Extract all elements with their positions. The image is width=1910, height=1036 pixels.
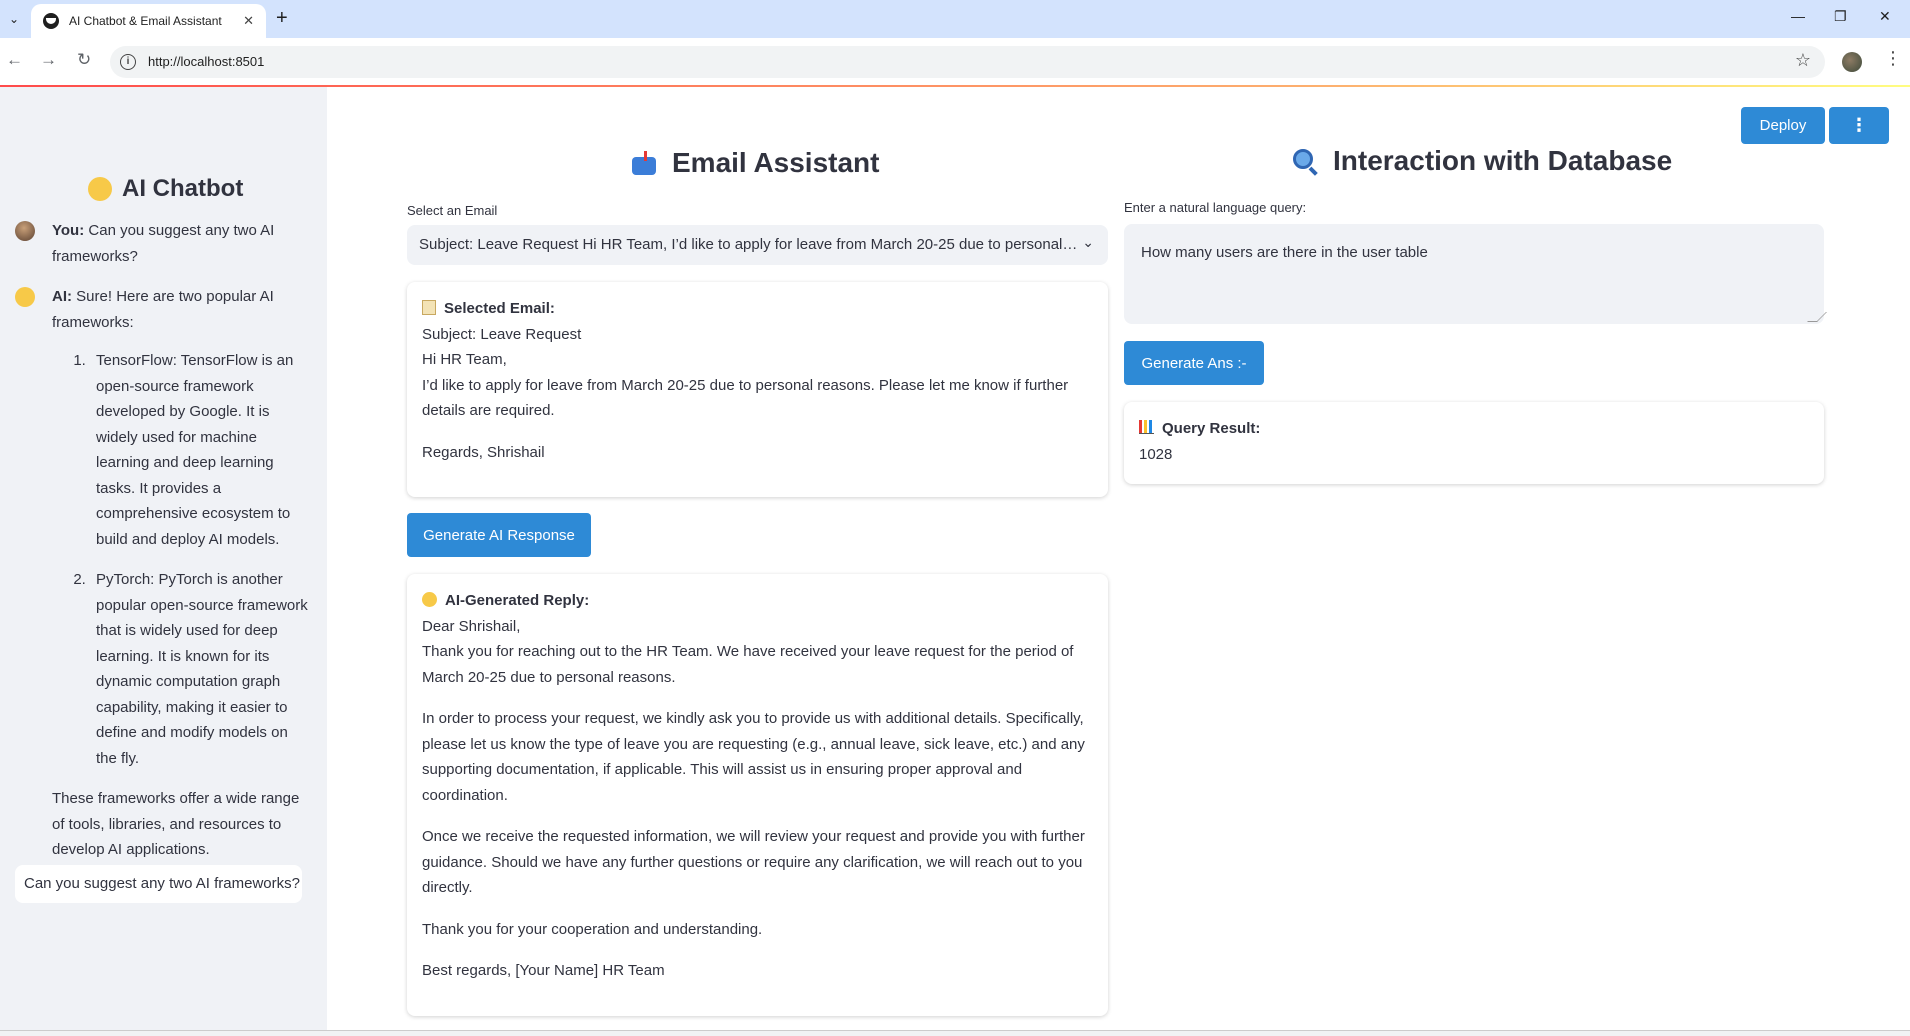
deploy-button[interactable]: Deploy <box>1741 107 1825 144</box>
reply-paragraph: Dear Shrishail, <box>422 617 521 635</box>
sidebar-title: AI Chatbot <box>88 175 243 203</box>
reply-heading: AI-Generated Reply: <box>445 592 590 609</box>
site-info-icon[interactable]: i <box>120 54 136 70</box>
email-select-value: Subject: Leave Request Hi HR Team, I’d l… <box>419 236 1078 253</box>
bottom-edge <box>0 1030 1910 1036</box>
ai-avatar-icon <box>15 287 35 307</box>
message-text: Can you suggest any two AI frameworks? <box>52 222 275 265</box>
bookmark-star-icon[interactable]: ☆ <box>1795 50 1811 71</box>
sidebar: AI Chatbot You: Can you suggest any two … <box>0 87 327 1030</box>
back-arrow-icon[interactable]: ← <box>6 50 23 70</box>
message-closing: These frameworks offer a wide range of t… <box>52 790 300 858</box>
forward-arrow-icon[interactable]: → <box>40 50 57 70</box>
chat-input[interactable]: Can you suggest any two AI frameworks? <box>15 865 302 903</box>
scroll-icon <box>422 300 436 315</box>
reply-paragraph: In order to process your request, we kin… <box>422 710 1085 804</box>
database-title: Interaction with Database <box>1333 145 1673 176</box>
chat-message-user: You: Can you suggest any two AI framewor… <box>12 218 312 269</box>
email-line: I’d like to apply for leave from March 2… <box>422 376 1069 420</box>
list-item: PyTorch: PyTorch is another popular open… <box>90 567 312 771</box>
reply-paragraph: Thank you for reaching out to the HR Tea… <box>422 643 1074 686</box>
reply-paragraph: Best regards, [Your Name] HR Team <box>422 962 665 979</box>
address-bar[interactable]: i http://localhost:8501 ☆ <box>110 46 1825 78</box>
browser-tab-title: AI Chatbot & Email Assistant <box>69 14 222 28</box>
reload-icon[interactable]: ↻ <box>77 50 91 70</box>
message-text: Sure! Here are two popular AI frameworks… <box>52 288 274 331</box>
bar-chart-icon <box>1139 420 1154 434</box>
database-heading: Interaction with Database <box>1291 145 1672 177</box>
framework-list: TensorFlow: TensorFlow is an open-source… <box>90 348 312 771</box>
sidebar-title-text: AI Chatbot <box>122 175 244 202</box>
minimize-button[interactable]: — <box>1791 8 1805 24</box>
new-tab-button[interactable]: + <box>276 8 288 28</box>
robot-face-icon <box>422 592 437 607</box>
message-role: AI: <box>52 288 72 305</box>
browser-menu-icon[interactable]: ⋮ <box>1884 48 1902 69</box>
close-tab-icon[interactable]: ✕ <box>243 13 254 29</box>
user-avatar <box>15 221 35 241</box>
generate-answer-button[interactable]: Generate Ans :- <box>1124 341 1264 385</box>
app-menu-button[interactable]: ⋮ <box>1829 107 1889 144</box>
streamlit-favicon-icon <box>43 13 59 29</box>
reply-paragraph: Once we receive the requested informatio… <box>422 828 1085 896</box>
browser-tab-strip: ⌄ AI Chatbot & Email Assistant ✕ + — ❐ ✕ <box>0 0 1910 38</box>
query-result-heading: Query Result: <box>1162 420 1261 437</box>
chevron-down-icon: ⌄ <box>1082 234 1094 250</box>
email-assistant-heading: Email Assistant <box>630 147 879 179</box>
email-line: Subject: Leave Request <box>422 325 582 343</box>
browser-tab[interactable]: AI Chatbot & Email Assistant ✕ <box>31 4 266 38</box>
email-line: Hi HR Team, <box>422 351 507 368</box>
email-select[interactable]: Subject: Leave Request Hi HR Team, I’d l… <box>407 225 1108 265</box>
select-email-label: Select an Email <box>407 203 498 218</box>
email-assistant-title: Email Assistant <box>672 147 880 178</box>
selected-email-card: Selected Email: Subject: Leave Request H… <box>407 282 1108 497</box>
magnifying-glass-icon <box>1291 147 1319 176</box>
robot-face-icon <box>88 177 112 201</box>
query-label: Enter a natural language query: <box>1124 200 1307 215</box>
generate-ai-response-button[interactable]: Generate AI Response <box>407 513 591 557</box>
message-role: You: <box>52 222 85 239</box>
ai-reply-card: AI-Generated Reply: Dear Shrishail, Than… <box>407 574 1108 1016</box>
chat-message-ai: AI: Sure! Here are two popular AI framew… <box>12 284 312 863</box>
selected-email-heading: Selected Email: <box>444 300 555 317</box>
email-line: Regards, Shrishail <box>422 443 545 461</box>
mailbox-icon <box>630 149 658 177</box>
reply-paragraph: Thank you for your cooperation and under… <box>422 920 763 938</box>
restore-button[interactable]: ❐ <box>1834 8 1847 25</box>
close-window-button[interactable]: ✕ <box>1879 8 1891 25</box>
query-result-card: Query Result: 1028 <box>1124 402 1824 484</box>
query-textarea[interactable]: How many users are there in the user tab… <box>1124 224 1824 324</box>
list-item: TensorFlow: TensorFlow is an open-source… <box>90 348 312 552</box>
profile-avatar[interactable] <box>1842 52 1862 72</box>
query-result-value: 1028 <box>1139 445 1173 463</box>
tab-search-chevron-icon[interactable]: ⌄ <box>4 10 24 28</box>
browser-toolbar: ← → ↻ i http://localhost:8501 ☆ ⋮ <box>0 38 1910 86</box>
url-text[interactable]: http://localhost:8501 <box>148 54 264 69</box>
